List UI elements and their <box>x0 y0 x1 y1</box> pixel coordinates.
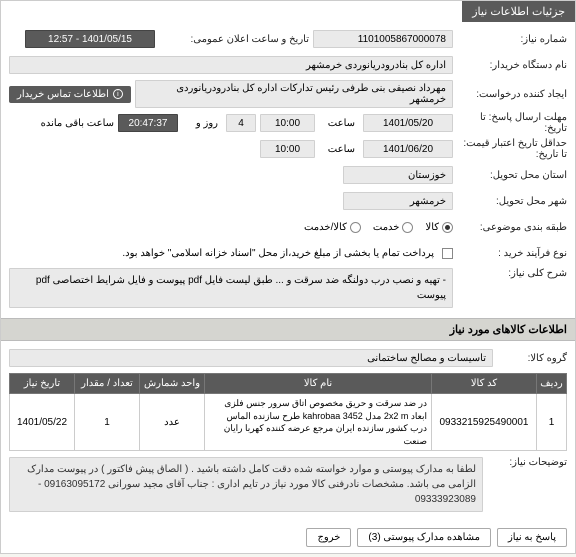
cell-date: 1401/05/22 <box>10 394 75 451</box>
need-notes-label: توضیحات نیاز: <box>487 457 567 468</box>
header-tab: جزئیات اطلاعات نیاز <box>462 1 575 22</box>
days-remain: 4 <box>226 114 256 132</box>
cell-name: در ضد سرقت و حریق مخصوص اتاق سرور جنس فل… <box>205 394 432 451</box>
deadline-date: 1401/05/20 <box>363 114 453 132</box>
group-value: تاسیسات و مصالح ساختمانی <box>9 349 493 367</box>
deadline-time: 10:00 <box>260 114 315 132</box>
remain-label: ساعت باقی مانده <box>41 118 114 129</box>
province-value: خوزستان <box>343 166 453 184</box>
cell-unit: عدد <box>140 394 205 451</box>
requester-label: ایجاد کننده درخواست: <box>457 89 567 100</box>
desc-label: شرح کلی نیاز: <box>457 268 567 279</box>
radio-goods-service[interactable] <box>350 222 361 233</box>
buyer-label: نام دستگاه خریدار: <box>457 60 567 71</box>
table-row: 1 0933215925490001 در ضد سرقت و حریق مخص… <box>10 394 567 451</box>
time-remain: 20:47:37 <box>118 114 178 132</box>
items-section-title: اطلاعات کالاهای مورد نیاز <box>1 318 575 341</box>
requester-value: مهرداد نصیفی بنی طرفی رئیس تدارکات اداره… <box>135 80 453 108</box>
group-label: گروه کالا: <box>497 353 567 364</box>
radio-goods[interactable] <box>442 222 453 233</box>
validity-label: حداقل تاریخ اعتبار قیمت: تا تاریخ: <box>457 138 567 160</box>
city-value: خرمشهر <box>343 192 453 210</box>
need-notes-value: لطفا به مدارک پیوستی و موارد خواسته شده … <box>9 457 483 512</box>
footer-buttons: پاسخ به نیاز مشاهده مدارک پیوستی (3) خرو… <box>1 522 575 553</box>
cell-qty: 1 <box>75 394 140 451</box>
th-date: تاریخ نیاز <box>10 374 75 394</box>
time-label-1: ساعت <box>319 118 359 129</box>
buyer-value: اداره کل بنادرودریانوردی خرمشهر <box>9 56 453 74</box>
th-name: نام کالا <box>205 374 432 394</box>
category-label: طبقه بندی موضوعی: <box>457 222 567 233</box>
radio-service[interactable] <box>402 222 413 233</box>
process-checkbox[interactable] <box>442 248 453 259</box>
process-note: پرداخت تمام یا بخشی از مبلغ خرید،از محل … <box>122 248 434 259</box>
items-table: ردیف کد کالا نام کالا واحد شمارش تعداد /… <box>9 373 567 451</box>
cell-idx: 1 <box>537 394 567 451</box>
cell-code: 0933215925490001 <box>432 394 537 451</box>
validity-time: 10:00 <box>260 140 315 158</box>
public-time-value: 1401/05/15 - 12:57 <box>25 30 155 48</box>
desc-value: - تهیه و نصب درب دولنگه ضد سرقت و ... طب… <box>9 268 453 308</box>
reply-button[interactable]: پاسخ به نیاز <box>497 528 567 547</box>
days-label: روز و <box>182 118 222 129</box>
time-label-2: ساعت <box>319 144 359 155</box>
th-code: کد کالا <box>432 374 537 394</box>
th-qty: تعداد / مقدار <box>75 374 140 394</box>
close-button[interactable]: خروج <box>306 528 351 547</box>
province-label: استان محل تحویل: <box>457 170 567 181</box>
need-no-value: 1101005867000078 <box>313 30 453 48</box>
need-no-label: شماره نیاز: <box>457 34 567 45</box>
public-time-label: تاریخ و ساعت اعلان عمومی: <box>159 34 309 45</box>
main-panel: جزئیات اطلاعات نیاز شماره نیاز: 11010058… <box>0 0 576 554</box>
th-unit: واحد شمارش <box>140 374 205 394</box>
city-label: شهر محل تحویل: <box>457 196 567 207</box>
contact-button[interactable]: i اطلاعات تماس خریدار <box>9 86 131 103</box>
category-radio-group: کالا خدمت کالا/خدمت <box>9 222 453 233</box>
attachments-button[interactable]: مشاهده مدارک پیوستی (3) <box>357 528 491 547</box>
th-idx: ردیف <box>537 374 567 394</box>
deadline-label: مهلت ارسال پاسخ: تا تاریخ: <box>457 112 567 134</box>
table-header-row: ردیف کد کالا نام کالا واحد شمارش تعداد /… <box>10 374 567 394</box>
info-icon: i <box>113 89 123 99</box>
validity-date: 1401/06/20 <box>363 140 453 158</box>
process-label: نوع فرآیند خرید : <box>457 248 567 259</box>
